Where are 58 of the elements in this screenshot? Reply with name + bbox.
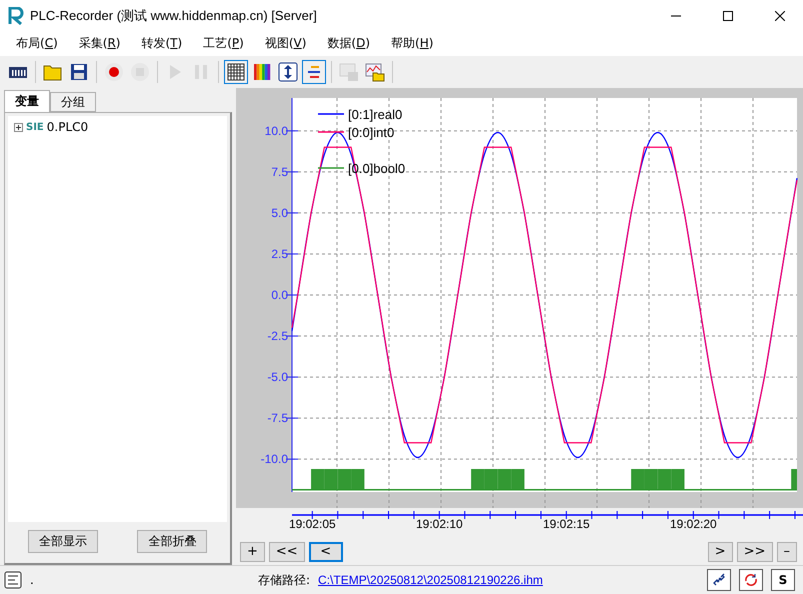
close-icon xyxy=(775,10,785,20)
sync-button[interactable] xyxy=(739,569,763,591)
toolbar-button[interactable] xyxy=(276,60,300,84)
menu-item[interactable]: 数据(D) xyxy=(319,35,378,52)
y-tick-label: 7.5 xyxy=(271,164,288,179)
y-tick-label: 5.0 xyxy=(271,206,288,220)
link-button[interactable] xyxy=(707,569,731,591)
menu-item[interactable]: 转发(T) xyxy=(133,35,190,52)
menu-item[interactable]: 布局(C) xyxy=(8,35,66,52)
x-tick-label: 19:02:20 xyxy=(670,517,717,531)
log-icon[interactable] xyxy=(4,571,22,589)
nav-button[interactable]: < xyxy=(308,542,343,562)
nav-button[interactable]: << xyxy=(268,542,305,562)
grid-icon xyxy=(226,62,246,82)
y-tick-label: -2.5 xyxy=(267,329,288,344)
tab[interactable]: 变量 xyxy=(4,90,50,112)
chain-link-icon xyxy=(712,573,726,587)
x-tick-label: 19:02:05 xyxy=(288,517,336,531)
y-tick-label: -7.5 xyxy=(267,411,288,426)
menu-item[interactable]: 帮助(H) xyxy=(383,35,442,52)
legend-label: [0:1]real0 xyxy=(348,107,402,122)
y-tick-label: 10.0 xyxy=(264,124,288,138)
tree-item[interactable]: 0.PLC0 xyxy=(46,120,88,134)
tab[interactable]: 分组 xyxy=(50,92,96,112)
nav-button[interactable]: > xyxy=(708,542,733,562)
s-button[interactable]: S xyxy=(771,569,795,591)
refresh-icon xyxy=(744,573,758,587)
record-icon xyxy=(104,62,124,82)
status-message: . xyxy=(30,573,35,587)
plc-tag: SIE xyxy=(26,122,44,132)
color-palette-icon xyxy=(252,62,272,82)
y-tick-label: 2.5 xyxy=(271,246,288,261)
menu-item[interactable]: 工艺(P) xyxy=(195,35,252,52)
y-tick-label: -5.0 xyxy=(267,370,288,384)
y-tick-label: 0.0 xyxy=(271,288,288,302)
chart-folder-icon xyxy=(365,62,385,82)
maximize-icon xyxy=(723,10,733,20)
stop-icon xyxy=(130,62,150,82)
show-all-button[interactable]: 全部显示 xyxy=(28,530,98,553)
expand-icon[interactable] xyxy=(14,122,23,132)
path-link[interactable]: C:\TEMP\20250812\20250812190226.ihm xyxy=(318,573,543,587)
app-logo-icon xyxy=(8,6,24,24)
legend-label: [0:0]int0 xyxy=(348,125,394,140)
nav-button[interactable]: – xyxy=(776,542,797,562)
chart-save-icon xyxy=(339,62,359,82)
menu-item[interactable]: 视图(V) xyxy=(256,35,314,52)
collapse-all-button[interactable]: 全部折叠 xyxy=(137,530,208,553)
toolbar-button[interactable] xyxy=(224,60,248,84)
x-tick-label: 19:02:10 xyxy=(416,517,463,531)
path-label: 存储路径: xyxy=(258,572,310,588)
vertical-arrows-icon xyxy=(278,62,298,82)
nav-button[interactable]: >> xyxy=(736,542,772,562)
nav-button[interactable]: + xyxy=(240,542,265,562)
window-title: PLC-Recorder (测试 www.hiddenmap.cn) [Server] xyxy=(30,6,318,24)
toolbar-button[interactable] xyxy=(302,60,326,84)
y-tick-label: -10.0 xyxy=(260,452,288,466)
menu-item[interactable]: 采集(R) xyxy=(70,35,128,52)
x-tick-label: 19:02:15 xyxy=(542,517,590,531)
